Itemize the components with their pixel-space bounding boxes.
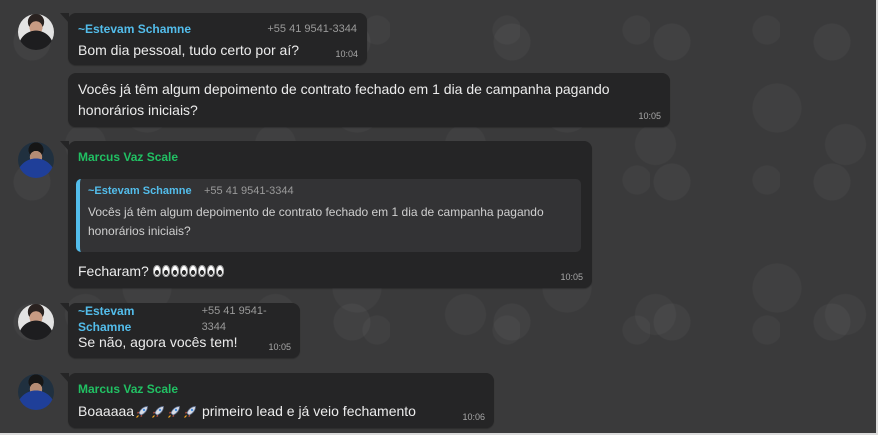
message-time: 10:05 <box>268 342 291 352</box>
message-text-row: Boaaaaa primeiro lead e já veio fechamen… <box>78 401 416 422</box>
sender-name[interactable]: Marcus Vaz Scale <box>78 149 178 165</box>
sender-phone: +55 41 9541-3344 <box>267 23 357 35</box>
message-bubble[interactable]: Marcus Vaz Scale Boaaaaa primeiro lead e… <box>60 373 494 428</box>
message-text: Se não, agora vocês tem! <box>78 334 238 350</box>
message-time: 10:05 <box>560 272 583 282</box>
eyes-emoji-icon <box>179 264 188 277</box>
rocket-emoji-icon <box>151 405 165 419</box>
rocket-emoji-icon <box>183 405 197 419</box>
message-text-start: Boaaaaa <box>78 403 135 419</box>
sender-name[interactable]: Marcus Vaz Scale <box>78 381 178 397</box>
chat-conversation-area: ~Estevam Schamne +55 41 9541-3344 Bom di… <box>0 0 878 435</box>
message-time: 10:05 <box>638 111 661 121</box>
eyes-emoji-icon <box>170 264 179 277</box>
message-bubble[interactable]: Marcus Vaz Scale ~Estevam Schamne +55 41… <box>60 141 592 320</box>
eyes-emoji-icon <box>152 264 161 277</box>
message-text: Bom dia pessoal, tudo certo por aí? <box>78 42 300 58</box>
avatar-marcus[interactable] <box>18 374 54 410</box>
rocket-emoji-icon <box>167 405 181 419</box>
message-bubble[interactable]: Vocês já têm algum depoimento de contrat… <box>68 73 670 127</box>
eyes-emoji-icon <box>215 264 224 277</box>
rocket-emoji-icon <box>226 265 240 320</box>
message-text: Fecharam? <box>78 263 149 279</box>
message-text-end: primeiro lead e já veio fechamento <box>198 403 416 419</box>
message-bubble[interactable]: ~Estevam Schamne +55 41 9541-3344 Se não… <box>60 303 300 358</box>
eyes-emoji-sequence <box>152 264 241 320</box>
quoted-text: Vocês já têm algum depoimento de contrat… <box>88 205 544 238</box>
message-time: 10:06 <box>462 412 485 422</box>
quoted-message[interactable]: ~Estevam Schamne +55 41 9541-3344 Vocês … <box>76 179 581 252</box>
rocket-emoji-icon <box>135 405 149 419</box>
avatar-marcus[interactable] <box>18 142 54 178</box>
quoted-sender-phone: +55 41 9541-3344 <box>204 185 294 197</box>
message-bubble[interactable]: ~Estevam Schamne +55 41 9541-3344 Bom di… <box>60 13 367 65</box>
eyes-emoji-icon <box>188 264 197 277</box>
message-text: Vocês já têm algum depoimento de contrat… <box>78 81 610 118</box>
message-time: 10:04 <box>335 49 358 59</box>
sender-phone: +55 41 9541-3344 <box>201 305 267 333</box>
avatar-estevam[interactable] <box>18 14 54 50</box>
avatar-estevam[interactable] <box>18 304 54 340</box>
sender-name[interactable]: ~Estevam Schamne <box>78 21 191 37</box>
eyes-emoji-icon <box>206 264 215 277</box>
quoted-sender-name: ~Estevam Schamne <box>88 185 192 197</box>
eyes-emoji-icon <box>161 264 170 277</box>
message-text-row: Fecharam? <box>78 261 241 320</box>
sender-name[interactable]: ~Estevam Schamne <box>78 303 190 335</box>
eyes-emoji-icon <box>197 264 206 277</box>
